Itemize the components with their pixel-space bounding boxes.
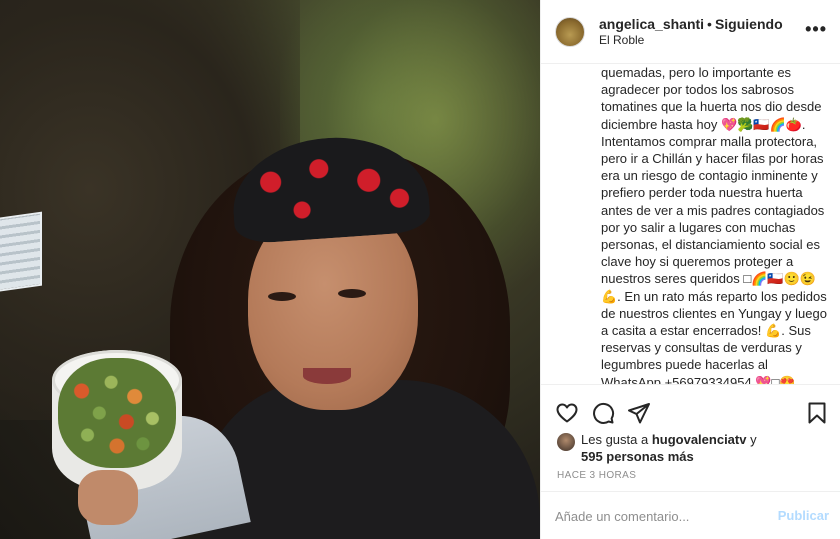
photo-crate (0, 211, 42, 293)
likes-prefix: Les gusta a (581, 432, 652, 447)
post-location[interactable]: El Roble (599, 33, 644, 47)
caption-line: legumbres puede hacerlas al (601, 357, 768, 373)
author-line: angelica_shanti • Siguiendo (599, 16, 783, 32)
caption-line: quemadas, pero lo importante es (601, 65, 792, 80)
caption-line: nuestros seres queridos □🌈🇨🇱🙂😉 (601, 271, 816, 287)
caption-line: reservas y consultas de verduras y (601, 340, 802, 356)
share-icon[interactable] (627, 401, 651, 425)
likes-mid: y (746, 432, 757, 447)
caption-line: WhatsApp +56979334954 💖□😍. (601, 374, 800, 384)
likes-summary: Les gusta a hugovalenciatv y 595 persona… (581, 431, 831, 465)
caption-line: clave hoy si queremos proteger a (601, 254, 794, 270)
comment-icon[interactable] (591, 401, 615, 425)
bookmark-icon[interactable] (805, 401, 829, 425)
caption-line: antes de ver a mis padres contagiados (601, 202, 825, 218)
caption-line: prefiero perder toda nuestra huerta (601, 185, 803, 201)
author-avatar[interactable] (555, 17, 585, 47)
caption-line: pero ir a Chillán y hacer filas por hora… (601, 151, 824, 167)
post-header: angelica_shanti • Siguiendo El Roble ••• (541, 0, 840, 64)
caption-line: diciembre hasta hoy 💖🥦🇨🇱🌈🍅. (601, 116, 806, 132)
bucket-tomatoes (58, 358, 176, 468)
post-side-panel: angelica_shanti • Siguiendo El Roble ••• q… (540, 0, 840, 539)
comment-input[interactable] (555, 506, 765, 526)
photo-mouth (303, 368, 351, 384)
comment-bar: Publicar (541, 491, 840, 539)
caption-line: tomatines que la huerta nos dio desde (601, 99, 822, 115)
liker-avatar[interactable] (557, 433, 575, 451)
caption-line: Intentamos comprar malla protectora, (601, 133, 818, 149)
post-timestamp[interactable]: HACE 3 HORAS (557, 470, 636, 481)
photo-hand (78, 470, 138, 525)
caption-line: agradecer por todos los sabrosos (601, 82, 794, 98)
post-photo[interactable] (0, 0, 540, 539)
liker-username[interactable]: hugovalenciatv (652, 432, 747, 447)
caption-line: por yo salir a lugares con muchas (601, 219, 796, 235)
photo-bucket (52, 350, 182, 490)
heart-icon[interactable] (555, 401, 579, 425)
photo-eye-left (268, 292, 296, 301)
post-actions: Les gusta a hugovalenciatv y 595 persona… (541, 384, 840, 539)
publish-button[interactable]: Publicar (778, 508, 829, 523)
author-username[interactable]: angelica_shanti (599, 16, 704, 32)
caption-scroll-area[interactable]: quemadas, pero lo importante es agradecer… (541, 64, 840, 384)
caption-line: personas, el distanciamiento social es (601, 237, 820, 253)
follow-status-button[interactable]: Siguiendo (715, 16, 783, 32)
caption-line: 💪. En un rato más reparto los pedidos (601, 288, 827, 304)
caption-line: de nuestros clientes en Yungay y luego (601, 305, 827, 321)
separator-dot: • (707, 16, 712, 32)
more-options-icon[interactable]: ••• (805, 20, 827, 38)
likes-count-link[interactable]: 595 personas más (581, 449, 694, 464)
post-caption: quemadas, pero lo importante es agradecer… (601, 64, 829, 384)
photo-eye-right (338, 289, 366, 298)
caption-line: a casita a estar encerrados! 💪. Sus (601, 323, 811, 339)
caption-line: era un riesgo de contagio inminente y (601, 168, 818, 184)
